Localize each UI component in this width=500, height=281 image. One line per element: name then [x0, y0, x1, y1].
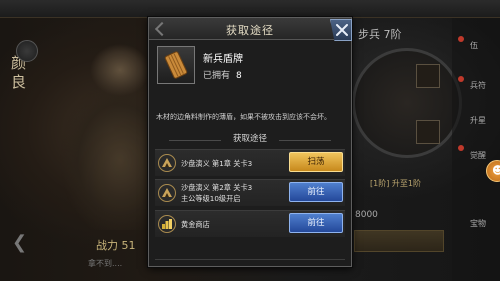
sidebar-item-0[interactable]: 伍 — [470, 40, 478, 51]
go-button[interactable]: 前往 — [289, 213, 343, 233]
dialog-title: 获取途径 — [226, 24, 274, 37]
power-label: 战力 51 — [96, 239, 136, 252]
item-name: 新兵盾牌 — [203, 54, 243, 65]
item-info: 新兵盾牌 已拥有 8 — [157, 46, 343, 100]
equipment-ring — [352, 48, 462, 158]
item-description: 木材的边角料制作的薄盾，如果不被攻击到应该不会坏。 — [156, 113, 331, 121]
source-label: 沙盘演义 第1章 关卡3 — [181, 159, 253, 168]
skill-icon[interactable] — [16, 40, 38, 62]
source-row-2: 沙盘演义 第2章 关卡3 主公等级10级开启 前往 — [155, 179, 345, 206]
sidebar-item-2[interactable]: 升星 — [470, 115, 486, 126]
notification-dot — [458, 145, 464, 151]
owned-label: 已拥有 — [203, 71, 231, 81]
upgrade-button[interactable] — [354, 230, 444, 252]
sources-heading: 获取途径 — [232, 134, 267, 144]
divider — [279, 140, 331, 141]
shield-icon — [157, 46, 195, 84]
level-text: [1阶] 升至1阶 — [370, 179, 421, 188]
notification-dot — [458, 76, 464, 82]
source-row-3: 黄金商店 前往 — [155, 210, 345, 237]
notification-dot — [458, 36, 464, 42]
gold-shop-icon — [158, 215, 176, 233]
source-label: 黄金商店 — [181, 220, 210, 229]
divider — [155, 259, 345, 260]
equipment-slot[interactable] — [416, 120, 440, 144]
sources-heading-bar: 获取途径 — [149, 131, 351, 145]
owned-count: 8 — [236, 71, 242, 81]
close-icon — [336, 24, 348, 36]
sidebar-item-3[interactable]: 觉醒 — [470, 150, 486, 161]
acquire-dialog: 获取途径 新兵盾牌 已拥有 8 木材的边角料制作的薄盾，如果不被攻击到应该不会坏。 — [148, 17, 352, 267]
go-button[interactable]: 前往 — [289, 182, 343, 202]
menu-icon: ☻ — [492, 164, 500, 177]
camp-icon — [158, 154, 176, 172]
source-label: 沙盘演义 第2章 关卡3 — [181, 183, 253, 192]
unit-title: 步兵 7阶 — [358, 28, 402, 41]
sidebar-item-1[interactable]: 兵符 — [470, 80, 486, 91]
back-arrow-icon[interactable]: ❮ — [12, 232, 27, 253]
source-row-1: 沙盘演义 第1章 关卡3 扫荡 — [155, 149, 345, 176]
sweep-button[interactable]: 扫荡 — [289, 152, 343, 172]
sidebar-item-4[interactable]: 宝物 — [470, 218, 486, 229]
source-unlock-hint: 主公等级10级开启 — [181, 194, 241, 203]
cost-text: 8000 — [355, 210, 378, 220]
dialog-header: 获取途径 — [149, 18, 352, 41]
equipment-slot[interactable] — [416, 64, 440, 88]
camp-icon — [158, 184, 176, 202]
owned-info: 已拥有 8 — [203, 68, 242, 81]
top-bar — [0, 0, 500, 18]
bottom-hint: 拿不到.... — [88, 259, 123, 268]
